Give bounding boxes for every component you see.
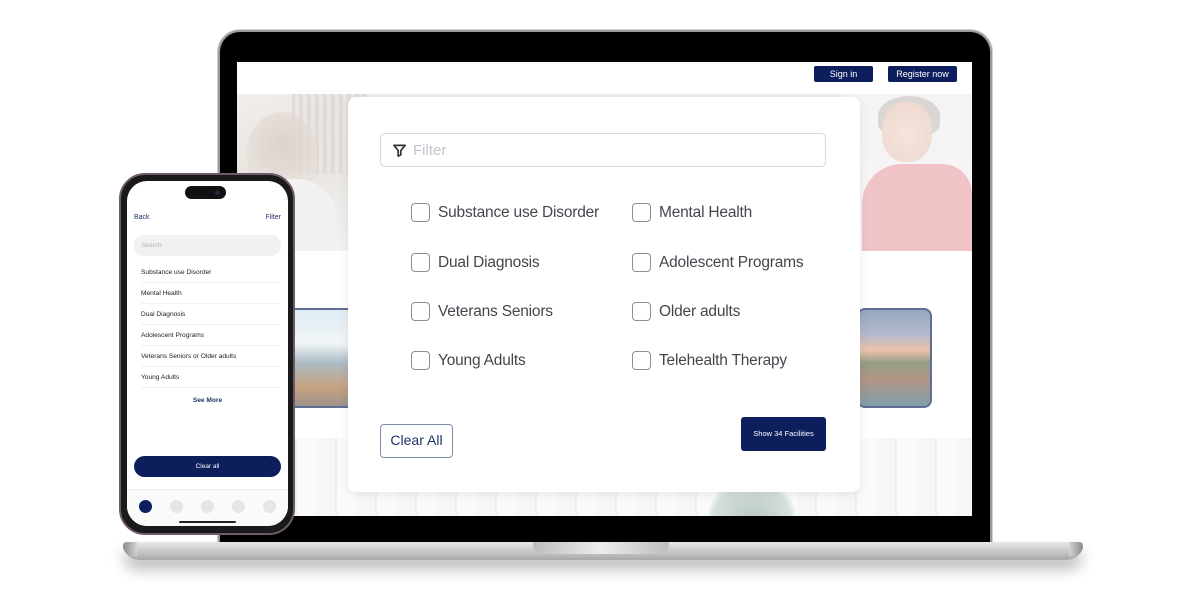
filter-title[interactable]: Filter <box>265 214 281 221</box>
filter-option-adolescent-programs[interactable]: Adolescent Programs <box>632 253 804 272</box>
page-dot[interactable] <box>263 500 276 513</box>
see-more-link[interactable]: See More <box>127 397 288 404</box>
option-label: Telehealth Therapy <box>659 351 787 369</box>
phone-screen: Back Filter Substance use Disorder Menta… <box>127 181 288 526</box>
checkbox[interactable] <box>411 351 430 370</box>
filter-option-substance-use-disorder[interactable]: Substance use Disorder <box>411 203 599 222</box>
option-label: Young Adults <box>438 351 526 369</box>
list-item[interactable]: Adolescent Programs <box>141 325 280 346</box>
filter-option-dual-diagnosis[interactable]: Dual Diagnosis <box>411 253 540 272</box>
checkbox[interactable] <box>632 351 651 370</box>
filter-option-veterans-seniors[interactable]: Veterans Seniors <box>411 302 553 321</box>
filter-option-telehealth-therapy[interactable]: Telehealth Therapy <box>632 351 787 370</box>
register-now-button[interactable]: Register now <box>888 66 957 82</box>
filter-search-field[interactable] <box>380 133 826 167</box>
page-dot[interactable] <box>201 500 214 513</box>
page-dot-active[interactable] <box>139 500 152 513</box>
option-label: Mental Health <box>659 203 753 221</box>
clear-all-button[interactable]: Clear All <box>380 424 453 458</box>
checkbox[interactable] <box>411 203 430 222</box>
list-item[interactable]: Dual Diagnosis <box>141 304 280 325</box>
dynamic-island <box>185 186 226 199</box>
home-indicator <box>179 521 236 523</box>
option-label: Dual Diagnosis <box>438 253 540 271</box>
filter-modal: Substance use Disorder Mental Health Dua… <box>348 97 860 492</box>
mobile-filter-list: Substance use Disorder Mental Health Dua… <box>141 262 280 388</box>
mobile-search-input[interactable] <box>134 235 281 256</box>
mobile-clear-all-button[interactable]: Clear all <box>134 456 281 477</box>
checkbox[interactable] <box>411 253 430 272</box>
list-item[interactable]: Young Adults <box>141 367 280 388</box>
page-dot[interactable] <box>170 500 183 513</box>
laptop-opening-notch <box>533 542 669 554</box>
option-label: Older adults <box>659 302 741 320</box>
sign-in-button[interactable]: Sign in <box>814 66 873 82</box>
option-label: Adolescent Programs <box>659 253 804 271</box>
filter-option-young-adults[interactable]: Young Adults <box>411 351 526 370</box>
site-header: Sign in Register now <box>237 62 972 94</box>
checkbox[interactable] <box>632 203 651 222</box>
page-dot[interactable] <box>232 500 245 513</box>
checkbox[interactable] <box>411 302 430 321</box>
filter-search-input[interactable] <box>413 141 813 159</box>
list-item[interactable]: Mental Health <box>141 283 280 304</box>
checkbox[interactable] <box>632 302 651 321</box>
checkbox[interactable] <box>632 253 651 272</box>
filter-option-older-adults[interactable]: Older adults <box>632 302 740 321</box>
back-button[interactable]: Back <box>134 214 150 221</box>
option-label: Veterans Seniors <box>438 302 553 320</box>
filter-funnel-icon <box>393 144 406 157</box>
list-item[interactable]: Veterans Seniors or Older adults <box>141 346 280 367</box>
laptop-screen: Sign in Register now Su <box>237 62 972 516</box>
show-facilities-button[interactable]: Show 34 Facilities <box>741 417 826 451</box>
filter-option-mental-health[interactable]: Mental Health <box>632 203 752 222</box>
option-label: Substance use Disorder <box>438 203 600 221</box>
list-item[interactable]: Substance use Disorder <box>141 262 280 283</box>
